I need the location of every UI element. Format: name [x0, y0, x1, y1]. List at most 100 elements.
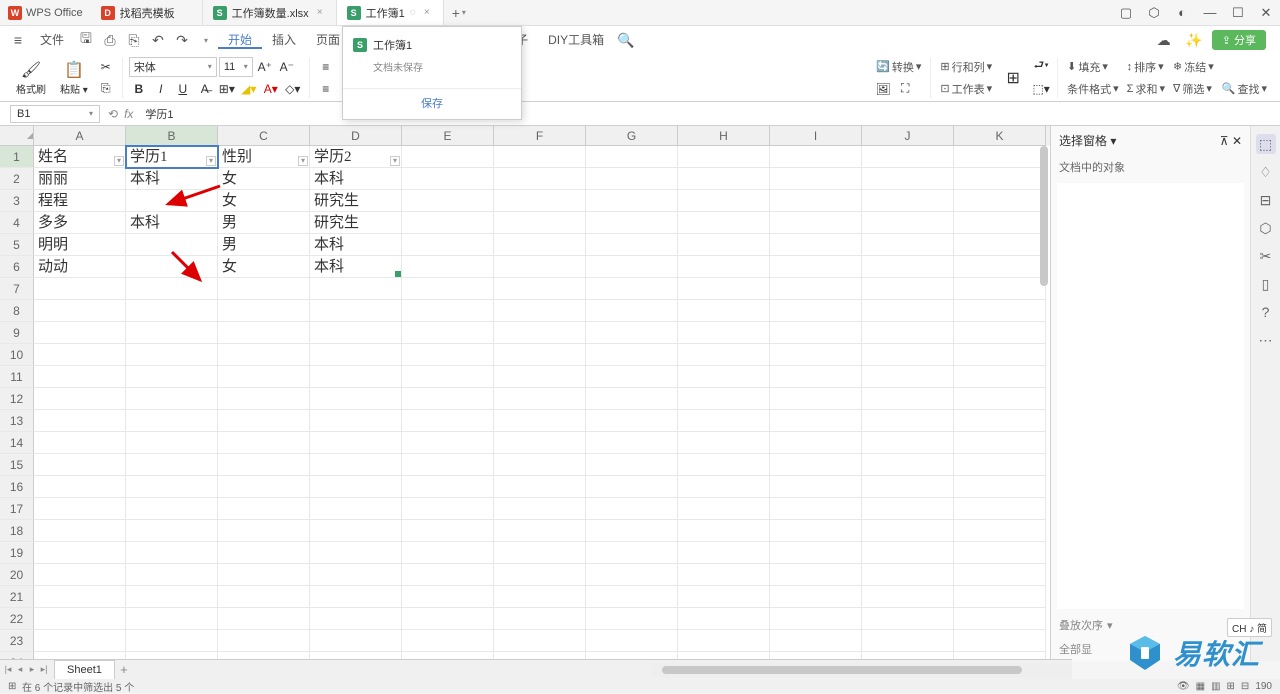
- cell[interactable]: [586, 344, 678, 366]
- row-header[interactable]: 9: [0, 322, 34, 344]
- cell[interactable]: [770, 454, 862, 476]
- cell[interactable]: [954, 454, 1046, 476]
- wrap-icon[interactable]: ⮐▾: [1031, 57, 1051, 77]
- cell[interactable]: [494, 322, 586, 344]
- cell[interactable]: [126, 256, 218, 278]
- cell[interactable]: 女: [218, 256, 310, 278]
- cell[interactable]: [494, 300, 586, 322]
- cell[interactable]: [310, 476, 402, 498]
- search-icon[interactable]: 🔍: [614, 32, 638, 49]
- cell[interactable]: [862, 300, 954, 322]
- cell[interactable]: [862, 410, 954, 432]
- screenshot-icon[interactable]: ⛶: [895, 79, 915, 99]
- select-tool-icon[interactable]: ⬚: [1256, 134, 1276, 154]
- cell[interactable]: [678, 278, 770, 300]
- cell[interactable]: [954, 520, 1046, 542]
- cell[interactable]: [586, 520, 678, 542]
- cell[interactable]: 本科: [310, 168, 402, 190]
- cell[interactable]: [218, 608, 310, 630]
- eye-icon[interactable]: 👁: [1177, 681, 1190, 692]
- cell[interactable]: [954, 344, 1046, 366]
- cell[interactable]: [494, 234, 586, 256]
- cell[interactable]: [678, 234, 770, 256]
- cell[interactable]: [310, 410, 402, 432]
- cell[interactable]: [770, 344, 862, 366]
- cell[interactable]: [218, 278, 310, 300]
- cell[interactable]: 本科: [310, 234, 402, 256]
- cell[interactable]: [34, 388, 126, 410]
- cell[interactable]: [586, 256, 678, 278]
- cell[interactable]: [586, 300, 678, 322]
- cell[interactable]: [862, 366, 954, 388]
- horizontal-scrollbar[interactable]: [652, 663, 1072, 677]
- cell[interactable]: [218, 344, 310, 366]
- cell[interactable]: [862, 344, 954, 366]
- row-header[interactable]: 6: [0, 256, 34, 278]
- column-header[interactable]: I: [770, 126, 862, 146]
- cell[interactable]: [770, 146, 862, 168]
- cell[interactable]: [310, 498, 402, 520]
- cell[interactable]: [770, 564, 862, 586]
- shrink-font-icon[interactable]: A⁻: [277, 57, 297, 77]
- row-header[interactable]: 7: [0, 278, 34, 300]
- cell[interactable]: [402, 586, 494, 608]
- cell[interactable]: [126, 278, 218, 300]
- merge-button[interactable]: ⊞: [997, 66, 1029, 90]
- cell[interactable]: [586, 586, 678, 608]
- sparkle-icon[interactable]: ✨: [1182, 32, 1206, 49]
- last-sheet-icon[interactable]: ▸|: [38, 664, 50, 675]
- row-header[interactable]: 8: [0, 300, 34, 322]
- cell[interactable]: [494, 388, 586, 410]
- cell[interactable]: [770, 586, 862, 608]
- row-header[interactable]: 10: [0, 344, 34, 366]
- cell[interactable]: [494, 146, 586, 168]
- cell[interactable]: [678, 520, 770, 542]
- cell[interactable]: [770, 498, 862, 520]
- cell[interactable]: [34, 344, 126, 366]
- row-header[interactable]: 4: [0, 212, 34, 234]
- name-box[interactable]: B1▾: [10, 105, 100, 123]
- cell[interactable]: [126, 498, 218, 520]
- row-header[interactable]: 22: [0, 608, 34, 630]
- sum-button[interactable]: Σ 求和 ▾: [1124, 80, 1168, 98]
- cell[interactable]: [310, 388, 402, 410]
- style-tool-icon[interactable]: ♢: [1256, 162, 1276, 182]
- cell[interactable]: [310, 542, 402, 564]
- border-icon[interactable]: ⊞▾: [217, 79, 237, 99]
- cell[interactable]: [218, 300, 310, 322]
- cell[interactable]: 男: [218, 212, 310, 234]
- cell[interactable]: [494, 432, 586, 454]
- help-tool-icon[interactable]: ?: [1256, 302, 1276, 322]
- cell[interactable]: [494, 190, 586, 212]
- cell[interactable]: [126, 300, 218, 322]
- menu-tab[interactable]: 插入: [262, 33, 306, 47]
- cell[interactable]: [402, 608, 494, 630]
- vertical-scrollbar[interactable]: [1040, 146, 1050, 661]
- freeze-button[interactable]: ❄ 冻结 ▾: [1170, 58, 1217, 76]
- cell[interactable]: [34, 476, 126, 498]
- column-header[interactable]: K: [954, 126, 1046, 146]
- column-header[interactable]: B: [126, 126, 218, 146]
- cell[interactable]: [402, 498, 494, 520]
- cell[interactable]: [126, 608, 218, 630]
- cond-format-button[interactable]: 条件格式 ▾: [1064, 80, 1122, 98]
- cell[interactable]: [126, 454, 218, 476]
- cube-icon[interactable]: ⬡: [1140, 5, 1168, 21]
- cell[interactable]: [954, 608, 1046, 630]
- tools-icon[interactable]: ✂: [1256, 246, 1276, 266]
- cell[interactable]: [402, 190, 494, 212]
- cell[interactable]: [954, 410, 1046, 432]
- fill-button[interactable]: ⬇ 填充 ▾: [1064, 58, 1111, 76]
- cell[interactable]: [954, 212, 1046, 234]
- print-icon[interactable]: ⎙: [98, 32, 122, 49]
- cell[interactable]: [402, 520, 494, 542]
- phone-tool-icon[interactable]: ▯: [1256, 274, 1276, 294]
- chart-tool-icon[interactable]: ⬡: [1256, 218, 1276, 238]
- row-header[interactable]: 18: [0, 520, 34, 542]
- cell[interactable]: [678, 146, 770, 168]
- cell[interactable]: [678, 366, 770, 388]
- cell[interactable]: [586, 322, 678, 344]
- cell[interactable]: [954, 388, 1046, 410]
- cell[interactable]: [34, 300, 126, 322]
- cell[interactable]: [862, 388, 954, 410]
